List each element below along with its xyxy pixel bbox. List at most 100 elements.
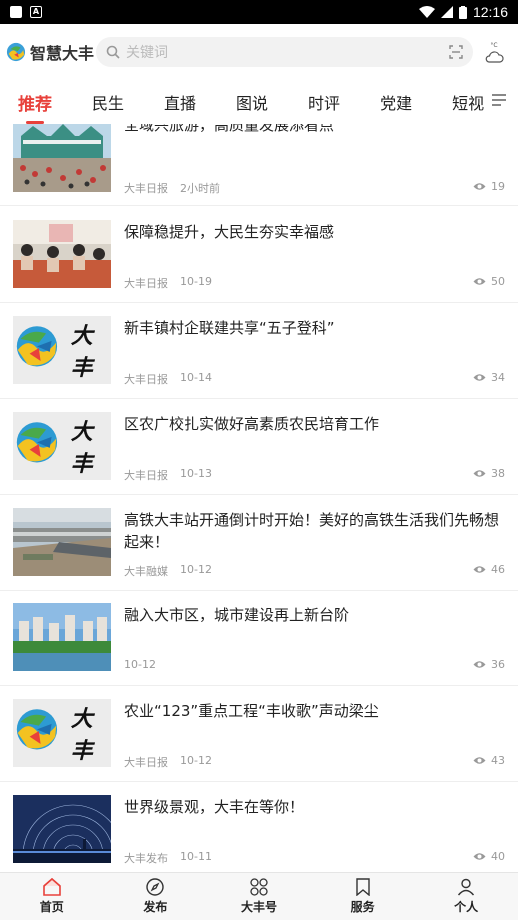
logo-brand-text: 大丰 xyxy=(70,706,93,764)
nav-label: 个人 xyxy=(454,900,479,914)
article-time: 10-13 xyxy=(180,467,212,480)
nav-publish[interactable]: 发布 xyxy=(104,873,208,920)
article-item[interactable]: 全域兴旅游，高质量发展添看点 大丰日报 2小时前 19 xyxy=(0,124,518,206)
view-count: 19 xyxy=(491,180,505,193)
view-count: 34 xyxy=(491,371,505,384)
cloud-icon xyxy=(485,50,504,63)
article-item[interactable]: 世界级景观，大丰在等你！ 大丰发布 10-11 40 xyxy=(0,782,518,872)
article-title: 融入大市区，城市建设再上新台阶 xyxy=(124,606,350,624)
article-item[interactable]: 大丰 农业“123”重点工程“丰收歌”声动梁尘 大丰日报 10-12 43 xyxy=(0,686,518,782)
menu-icon[interactable] xyxy=(492,93,506,107)
nav-personal[interactable]: 个人 xyxy=(414,873,518,920)
article-thumbnail xyxy=(13,603,111,671)
article-meta: 大丰日报 10-19 xyxy=(124,275,212,291)
article-thumbnail xyxy=(13,508,111,576)
article-views: 34 xyxy=(473,371,505,384)
category-tabs: 推荐 民生 直播 图说 时评 党建 短视 xyxy=(0,80,518,124)
battery-icon xyxy=(458,5,467,19)
eye-icon xyxy=(473,278,486,285)
tab-party[interactable]: 党建 xyxy=(380,90,412,114)
nav-service[interactable]: 服务 xyxy=(311,873,415,920)
app-name: 智慧大丰 xyxy=(29,44,94,63)
article-title: 区农广校扎实做好高素质农民培育工作 xyxy=(124,415,380,433)
tab-short-video[interactable]: 短视 xyxy=(452,90,484,114)
logo-brand-text: 大丰 xyxy=(70,419,93,477)
article-thumbnail: 大丰 xyxy=(13,699,111,767)
tab-photo[interactable]: 图说 xyxy=(236,90,268,114)
tab-livelihood[interactable]: 民生 xyxy=(92,90,124,114)
eye-icon xyxy=(473,757,486,764)
view-count: 40 xyxy=(491,850,505,863)
app-notification-icon: A xyxy=(30,6,42,18)
article-title: 世界级景观，大丰在等你！ xyxy=(124,798,305,816)
eye-icon xyxy=(473,470,486,477)
nav-label: 首页 xyxy=(39,900,64,914)
search-input[interactable]: 关键词 xyxy=(96,37,473,67)
article-thumbnail: 大丰 xyxy=(13,412,111,480)
eye-icon xyxy=(473,566,486,573)
article-item[interactable]: 高铁大丰站开通倒计时开始！美好的高铁生活我们先畅想起来！ 大丰融媒 10-12 … xyxy=(0,495,518,591)
article-thumbnail xyxy=(13,220,111,288)
article-time: 10-12 xyxy=(180,754,212,767)
article-source: 大丰日报 xyxy=(124,182,168,195)
bottom-nav: 首页 发布 大丰号 服务 个人 xyxy=(0,872,518,920)
status-bar: A 12:16 xyxy=(0,0,518,24)
article-meta: 大丰发布 10-11 xyxy=(124,850,212,866)
article-title: 全域兴旅游，高质量发展添看点 xyxy=(124,124,335,134)
article-thumbnail xyxy=(13,795,111,863)
app-logo[interactable]: 智慧大丰 xyxy=(6,40,94,64)
article-time: 10-19 xyxy=(180,275,212,288)
eye-icon xyxy=(473,374,486,381)
tab-recommend[interactable]: 推荐 xyxy=(18,90,52,124)
top-header: 智慧大丰 关键词 °C xyxy=(0,24,518,80)
search-placeholder: 关键词 xyxy=(126,45,168,61)
article-time: 2小时前 xyxy=(180,182,220,195)
article-list: 全域兴旅游，高质量发展添看点 大丰日报 2小时前 19 保障稳提升，大民生夯实幸… xyxy=(0,124,518,872)
article-source: 大丰发布 xyxy=(124,852,168,865)
eye-icon xyxy=(473,183,486,190)
article-views: 43 xyxy=(473,754,505,767)
compass-icon xyxy=(146,878,165,896)
dafeng-logo-icon xyxy=(16,326,58,367)
dafeng-logo-icon xyxy=(16,709,58,750)
view-count: 38 xyxy=(491,467,505,480)
notification-icon xyxy=(10,6,22,18)
article-source: 大丰日报 xyxy=(124,277,168,290)
nav-label: 大丰号 xyxy=(240,900,277,914)
article-meta: 大丰日报 10-12 xyxy=(124,754,212,770)
article-meta: 10-12 xyxy=(124,658,156,671)
weather-widget[interactable]: °C xyxy=(476,32,512,72)
article-views: 36 xyxy=(473,658,505,671)
article-item[interactable]: 大丰 区农广校扎实做好高素质农民培育工作 大丰日报 10-13 38 xyxy=(0,399,518,495)
article-time: 10-11 xyxy=(180,850,212,863)
eye-icon xyxy=(473,853,486,860)
article-item[interactable]: 大丰 新丰镇村企联建共享“五子登科” 大丰日报 10-14 34 xyxy=(0,303,518,399)
view-count: 50 xyxy=(491,275,505,288)
article-views: 38 xyxy=(473,467,505,480)
tab-commentary[interactable]: 时评 xyxy=(308,90,340,114)
wifi-icon xyxy=(418,6,435,18)
nav-dafeng-hao[interactable]: 大丰号 xyxy=(207,873,311,920)
article-views: 19 xyxy=(473,180,505,193)
article-title: 新丰镇村企联建共享“五子登科” xyxy=(124,319,335,337)
scan-icon[interactable] xyxy=(449,45,463,59)
article-source: 大丰日报 xyxy=(124,756,168,769)
nav-label: 服务 xyxy=(350,900,375,914)
dafeng-logo-icon xyxy=(16,422,58,463)
article-time: 10-12 xyxy=(124,658,156,671)
article-time: 10-14 xyxy=(180,371,212,384)
article-views: 40 xyxy=(473,850,505,863)
grid-icon xyxy=(250,878,268,896)
article-views: 50 xyxy=(473,275,505,288)
article-thumbnail xyxy=(13,124,111,192)
search-icon xyxy=(106,45,120,59)
article-thumbnail: 大丰 xyxy=(13,316,111,384)
logo-icon xyxy=(6,42,26,62)
article-item[interactable]: 保障稳提升，大民生夯实幸福感 大丰日报 10-19 50 xyxy=(0,207,518,303)
tab-live[interactable]: 直播 xyxy=(164,90,196,114)
status-time: 12:16 xyxy=(472,4,508,20)
article-source: 大丰日报 xyxy=(124,373,168,386)
bookmark-icon xyxy=(355,878,370,896)
article-item[interactable]: 融入大市区，城市建设再上新台阶 10-12 36 xyxy=(0,590,518,686)
nav-home[interactable]: 首页 xyxy=(0,873,104,920)
